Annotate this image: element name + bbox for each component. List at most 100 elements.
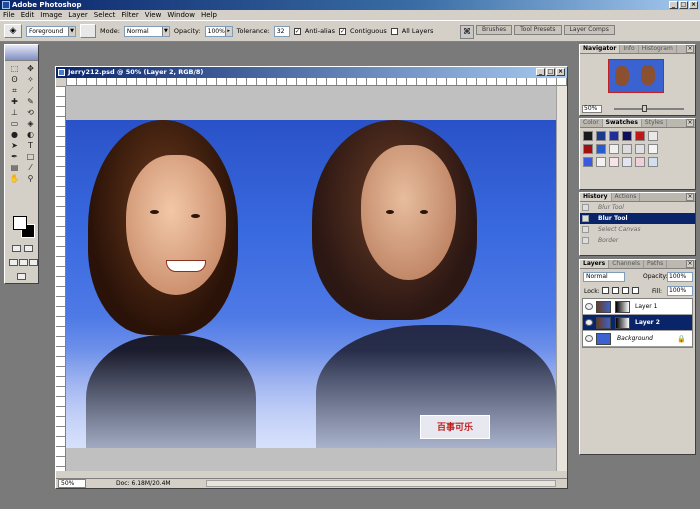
color-swatch[interactable] [622,131,632,141]
color-swatch[interactable] [648,144,658,154]
navigator-thumbnail[interactable] [608,59,664,93]
tab-swatches[interactable]: Swatches [602,119,642,127]
lock-position-checkbox[interactable] [622,287,629,294]
color-swatch[interactable] [635,144,645,154]
brush-tool-icon[interactable]: ✎ [23,97,38,107]
foreground-color-swatch[interactable] [13,216,27,230]
vertical-scrollbar[interactable] [556,86,567,471]
tab-navigator[interactable]: Navigator [580,45,621,53]
menu-help[interactable]: Help [201,11,217,19]
paint-bucket-icon[interactable]: ◈ [4,24,22,38]
lock-transparency-checkbox[interactable] [602,287,609,294]
all-layers-checkbox[interactable] [390,27,398,35]
notes-tool-icon[interactable]: ▤ [7,163,22,173]
blend-mode-select[interactable]: Normal [583,272,625,282]
pen-tool-icon[interactable]: ✒ [7,152,22,162]
tab-channels[interactable]: Channels [609,260,644,268]
navigator-slider-handle[interactable] [642,105,647,112]
type-tool-icon[interactable]: T [23,141,38,151]
menu-filter[interactable]: Filter [121,11,138,19]
navigator-zoom-field[interactable]: 50% [582,105,602,113]
tab-info[interactable]: Info [620,45,639,53]
horizontal-ruler[interactable] [66,78,567,86]
tolerance-field[interactable]: 32 [273,25,290,37]
tab-actions[interactable]: Actions [612,193,641,201]
layer-mask-thumbnail[interactable] [615,317,630,329]
color-swatch[interactable] [648,157,658,167]
horizontal-scrollbar[interactable] [206,480,556,487]
history-brush-tool-icon[interactable]: ⟲ [23,108,38,118]
clone-stamp-tool-icon[interactable]: ⊥ [7,108,22,118]
color-swatch[interactable] [635,131,645,141]
history-item[interactable]: Blur Tool [580,213,695,224]
menu-image[interactable]: Image [40,11,62,19]
opacity-field[interactable]: 100% ▸ [204,25,233,37]
contiguous-checkbox[interactable]: ✓ [339,27,347,35]
hand-tool-icon[interactable]: ✋ [7,174,22,184]
tab-history[interactable]: History [580,193,612,201]
visibility-eye-icon[interactable] [585,303,593,310]
layer-opacity-field[interactable]: 100% [667,272,693,282]
blur-tool-icon[interactable]: ● [7,130,22,140]
eraser-tool-icon[interactable]: ▭ [7,119,22,129]
close-button[interactable]: × [689,1,698,9]
layer-row[interactable]: Background 🔒 [583,331,692,347]
navigator-zoom-slider[interactable] [614,108,684,110]
maximize-button[interactable]: □ [679,1,688,9]
canvas-image[interactable]: 百事可乐 [66,120,556,448]
color-swatch[interactable] [583,144,593,154]
quick-mask-icon[interactable] [24,245,33,252]
tab-layers[interactable]: Layers [580,260,610,268]
well-tab-brushes[interactable]: Brushes [476,25,513,35]
fill-field[interactable]: 100% [667,286,693,296]
palette-close-icon[interactable]: × [686,260,694,268]
color-swatch[interactable] [609,144,619,154]
visibility-eye-icon[interactable] [585,335,593,342]
eyedropper-tool-icon[interactable]: ⁄ [23,163,38,173]
history-item[interactable]: Blur Tool [580,202,695,213]
color-swatch[interactable] [609,131,619,141]
doc-size-info[interactable]: Doc: 6.18M/20.4M [116,479,171,488]
color-swatch[interactable] [622,157,632,167]
paint-bucket-tool-icon[interactable]: ◈ [23,119,38,129]
lock-pixels-checkbox[interactable] [612,287,619,294]
screen-mode-full-menu-icon[interactable] [19,259,28,266]
layer-mask-thumbnail[interactable] [615,301,630,313]
magic-wand-tool-icon[interactable]: ✧ [23,75,38,85]
menu-select[interactable]: Select [94,11,116,19]
marquee-tool-icon[interactable]: ⬚ [7,64,22,74]
palette-close-icon[interactable]: × [686,45,694,53]
minimize-button[interactable]: _ [669,1,678,9]
slice-tool-icon[interactable]: ⟋ [23,86,38,96]
history-item[interactable]: Border [580,235,695,246]
menu-window[interactable]: Window [167,11,195,19]
crop-tool-icon[interactable]: ⌗ [7,86,22,96]
menu-view[interactable]: View [145,11,162,19]
document-title-bar[interactable]: Jerry212.psd @ 50% (Layer 2, RGB/8) _ □ … [56,67,567,78]
palette-close-icon[interactable]: × [686,119,694,127]
tab-color[interactable]: Color [580,119,603,127]
color-swatch[interactable] [609,157,619,167]
visibility-eye-icon[interactable] [585,319,593,326]
vertical-ruler[interactable] [56,86,66,471]
jump-to-imageready-icon[interactable] [17,273,26,280]
mode-select[interactable]: Normal ▼ [123,25,170,37]
path-selection-tool-icon[interactable]: ➤ [7,141,22,151]
layer-row[interactable]: Layer 1 [583,299,692,315]
color-swatch[interactable] [596,131,606,141]
lasso-tool-icon[interactable]: ʘ [7,75,22,85]
zoom-field[interactable]: 50% [58,479,86,488]
pattern-picker[interactable] [80,24,96,38]
toolbox-header[interactable] [5,45,38,61]
color-swatch[interactable] [583,131,593,141]
doc-maximize-button[interactable]: □ [546,68,555,76]
color-swatch[interactable] [583,157,593,167]
menu-file[interactable]: File [3,11,15,19]
color-swatch[interactable] [622,144,632,154]
history-item[interactable]: Select Canvas [580,224,695,235]
go-to-bridge-icon[interactable]: ⌘ [460,25,474,39]
healing-brush-tool-icon[interactable]: ✚ [7,97,22,107]
tab-styles[interactable]: Styles [642,119,668,127]
well-tab-tool-presets[interactable]: Tool Presets [514,25,562,35]
tab-histogram[interactable]: Histogram [639,45,677,53]
